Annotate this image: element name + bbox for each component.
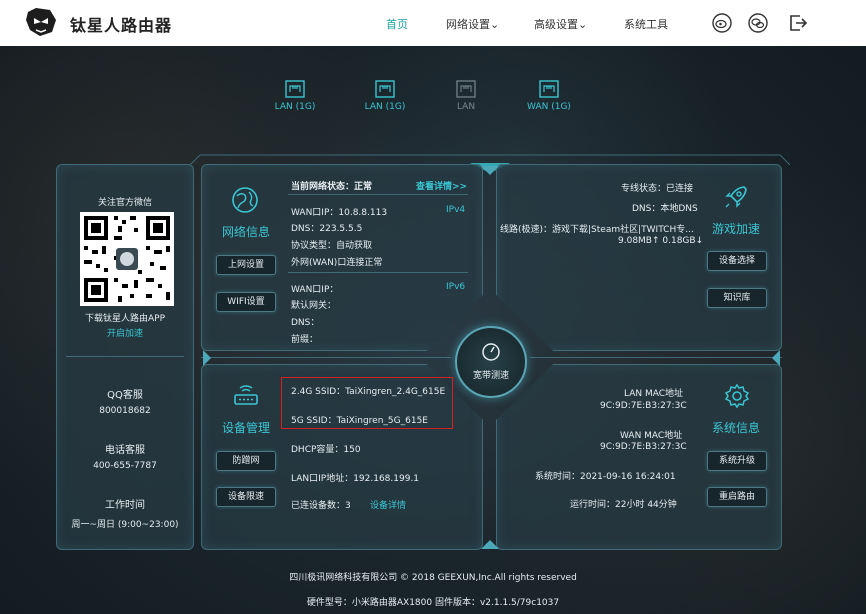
logout-icon[interactable]: [788, 13, 808, 33]
divider: [288, 272, 468, 273]
device-details-link[interactable]: 设备详情: [370, 498, 406, 511]
nav-home[interactable]: 首页: [386, 16, 408, 32]
rocket-icon: [725, 186, 747, 208]
network-status: 当前网络状态：正常: [291, 179, 372, 192]
app-download-link[interactable]: 开启加速: [56, 326, 194, 339]
default-gateway: 默认网关：: [291, 301, 337, 311]
arrow-left-decoration: [772, 350, 780, 366]
lan-mac-label: LAN MAC地址: [624, 389, 684, 399]
line-status: 专线状态：已连接: [621, 184, 694, 194]
uptime: 运行时间：22小时 44分钟: [570, 500, 677, 510]
network-status-label: 当前网络状态：: [291, 182, 355, 192]
knowledge-base-button[interactable]: 知识库: [707, 288, 767, 308]
device-mgmt-title: 设备管理: [222, 421, 271, 435]
wan-ipv6: WAN口IP：: [291, 285, 339, 295]
footer-version: 硬件型号：小米路由器AX1800 固件版本：v2.1.1.5/79c1037: [306, 598, 560, 608]
dns-mode: DNS：本地DNS: [632, 204, 698, 214]
arrow-right-decoration: [203, 350, 211, 366]
port-wan: WAN (1G): [519, 80, 579, 112]
dns-value: DNS：223.5.5.5: [291, 224, 363, 234]
ethernet-port-icon: [456, 80, 476, 98]
reboot-router-button[interactable]: 重启路由: [707, 487, 767, 507]
router-icon: [234, 385, 258, 405]
internet-settings-button[interactable]: 上网设置: [216, 255, 276, 275]
system-upgrade-button[interactable]: 系统升级: [707, 451, 767, 471]
network-status-value: 正常: [354, 182, 373, 192]
phone-support-title: 电话客服: [105, 445, 145, 456]
work-hours-title: 工作时间: [105, 500, 145, 511]
qq-support-title: QQ客服: [107, 390, 143, 401]
qr-code-icon: [84, 216, 170, 302]
port-lan-1: LAN (1G): [265, 80, 325, 112]
port-label: WAN (1G): [527, 102, 571, 112]
brand-name: 钛星人路由器: [70, 16, 173, 35]
port-lan-2: LAN (1G): [355, 80, 415, 112]
work-hours-value: 周一~周日 (9:00~23:00): [71, 520, 179, 530]
ssid-highlight-box: [281, 377, 453, 429]
network-details-link[interactable]: 查看详情>>: [416, 179, 467, 192]
wan-mac-label: WAN MAC地址: [620, 431, 683, 441]
divider: [201, 357, 451, 358]
system-info-title: 系统信息: [712, 421, 761, 435]
traffic-stats: 9.08MB↑ 0.18GB↓: [618, 236, 704, 246]
weibo-icon[interactable]: [712, 13, 732, 33]
wechat-title: 关注官方微信: [97, 198, 152, 208]
alien-logo-icon[interactable]: [24, 6, 58, 38]
speedometer-icon: [482, 343, 500, 361]
speed-test-button[interactable]: 宽带测速: [455, 326, 527, 398]
port-label: LAN (1G): [274, 102, 316, 112]
chevron-down-icon: ⌄: [490, 18, 500, 31]
divider: [530, 357, 782, 358]
top-header: 钛星人路由器 首页 网络设置⌄ 高级设置⌄ 系统工具: [0, 0, 866, 46]
device-speed-limit-button[interactable]: 设备限速: [216, 487, 276, 507]
port-label: LAN: [456, 102, 476, 112]
chevron-down-icon: ⌄: [578, 18, 588, 31]
connected-devices: 已连设备数：3: [291, 501, 351, 511]
ipv4-tag: IPv4: [446, 205, 466, 215]
lan-mac-value: 9C:9D:7E:B3:27:3C: [600, 401, 687, 411]
wan-ipv4: WAN口IP：10.8.8.113: [291, 208, 388, 218]
arrow-down-decoration: [481, 166, 499, 175]
qr-code: [80, 212, 174, 306]
divider: [288, 194, 468, 195]
ethernet-port-icon: [285, 80, 305, 98]
speed-test-label: 宽带测速: [472, 371, 509, 381]
nav-advanced-settings[interactable]: 高级设置⌄: [534, 16, 587, 32]
wan-status: 外网(WAN)口连接正常: [291, 258, 383, 268]
ethernet-port-icon: [539, 80, 559, 98]
port-lan-3: LAN: [436, 80, 496, 112]
dns6-value: DNS：: [291, 318, 320, 328]
divider: [66, 356, 184, 357]
wan-mac-value: 9C:9D:7E:B3:27:3C: [600, 442, 687, 452]
network-info-title: 网络信息: [222, 225, 271, 239]
footer-copyright: 四川极讯网络科技有限公司 © 2018 GEEXUN,Inc.All right…: [289, 573, 577, 583]
wechat-icon[interactable]: [748, 13, 768, 33]
app-download-text: 下载钛星人路由APP: [84, 314, 165, 324]
ethernet-port-icon: [375, 80, 395, 98]
device-select-button[interactable]: 设备选择: [707, 251, 767, 271]
protocol-type: 协议类型：自动获取: [291, 241, 373, 251]
nav-network-settings[interactable]: 网络设置⌄: [446, 16, 499, 32]
nav-system-tools[interactable]: 系统工具: [624, 16, 668, 32]
phone-support-number: 400-655-7787: [93, 461, 157, 471]
dhcp-capacity: DHCP容量：150: [291, 445, 361, 455]
lan-ip: LAN口IP地址：192.168.199.1: [291, 474, 420, 484]
route-info: 线路(极速)：游戏下载|Steam社区|TWITCH专...: [500, 225, 694, 235]
ipv6-tag: IPv6: [446, 282, 466, 292]
game-accel-title: 游戏加速: [712, 222, 761, 236]
qq-support-number: 800018682: [99, 406, 151, 416]
anti-leech-button[interactable]: 防蹭网: [216, 451, 276, 471]
wifi-settings-button[interactable]: WIFI设置: [216, 292, 276, 312]
system-time: 系统时间：2021-09-16 16:24:01: [535, 472, 676, 482]
gear-icon: [724, 383, 750, 409]
port-label: LAN (1G): [364, 102, 406, 112]
nav-advanced-settings-label: 高级设置: [534, 18, 578, 31]
arrow-up-decoration: [481, 540, 499, 549]
nav-network-settings-label: 网络设置: [446, 18, 490, 31]
globe-icon: [232, 187, 258, 213]
prefix-value: 前缀：: [291, 335, 319, 345]
